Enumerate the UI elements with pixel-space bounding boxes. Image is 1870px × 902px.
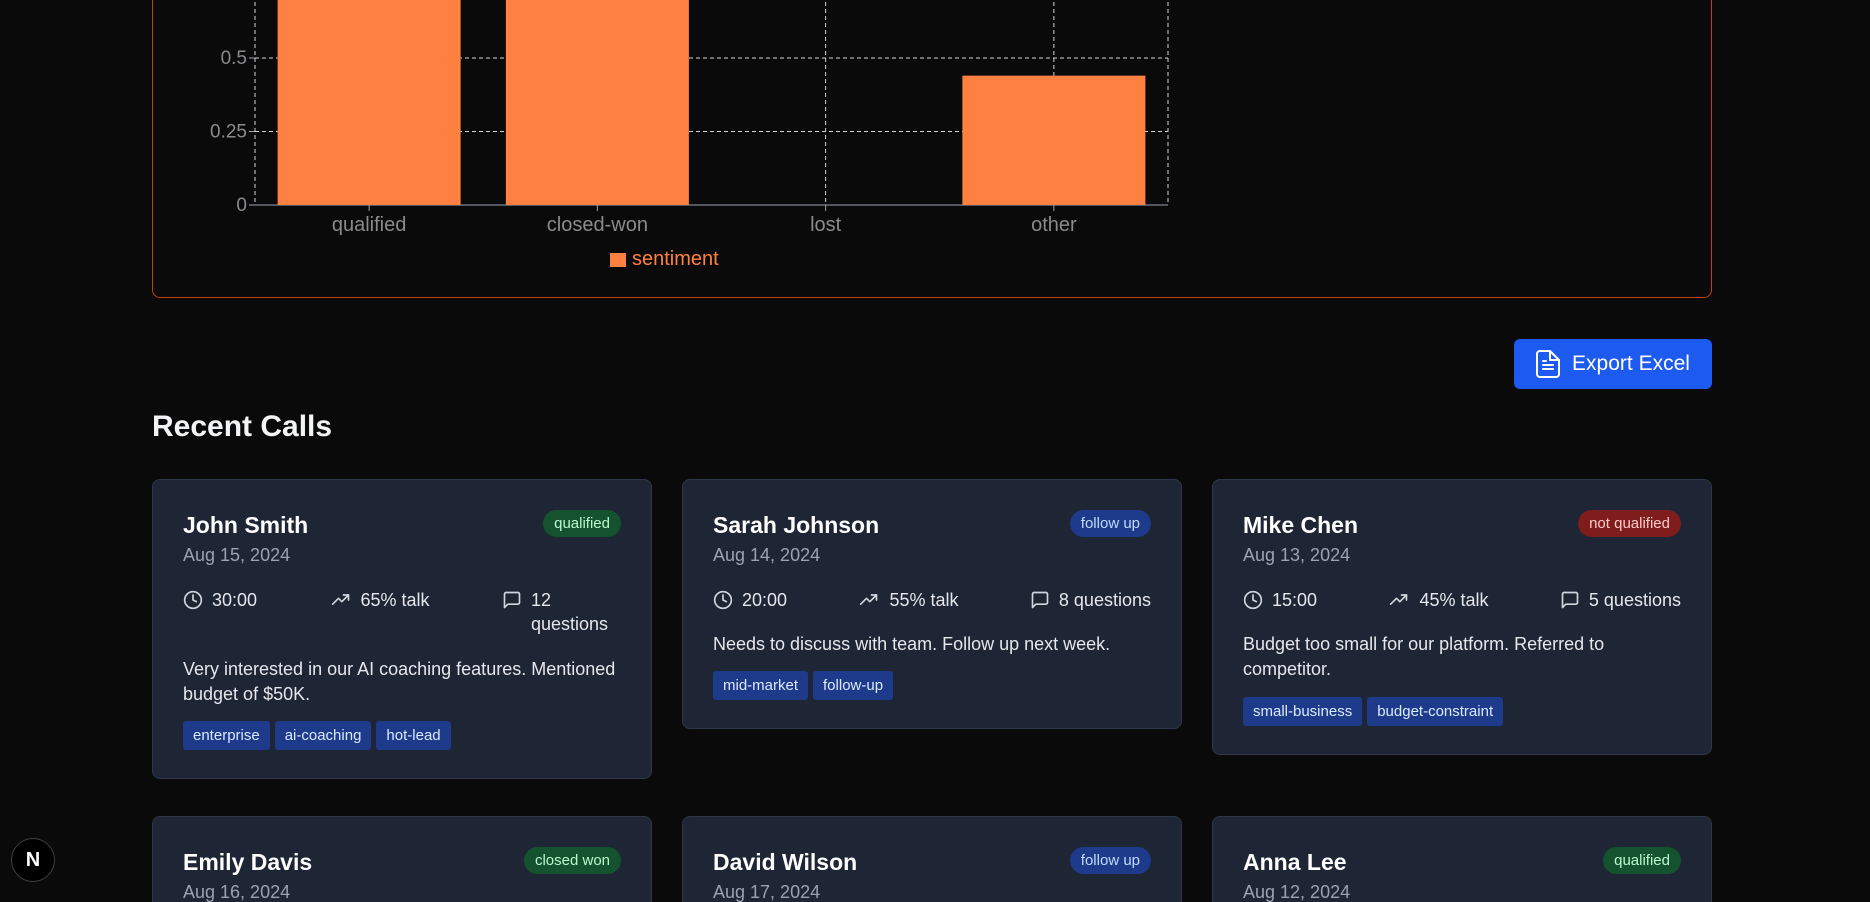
call-date: Aug 12, 2024 (1243, 882, 1351, 902)
caller-name: Sarah Johnson (713, 512, 880, 538)
x-tick-label: closed-won (547, 214, 648, 236)
document-icon (1536, 350, 1561, 378)
duration-metric: 30:00 (183, 588, 257, 637)
duration-value: 15:00 (1272, 590, 1318, 610)
message-square-icon (503, 591, 521, 609)
duration-value: 20:00 (742, 590, 788, 610)
trending-up-icon (1390, 594, 1408, 605)
duration-metric: 15:00 (1243, 588, 1317, 612)
talk-metric: 55% talk (858, 588, 959, 612)
questions-value: 12 questions (531, 590, 609, 635)
talk-value: 45% talk (1419, 590, 1489, 610)
sentiment-chart-panel: 0 0.25 0.5 qualified closed-won lost other sent… (152, 0, 1712, 298)
duration-value: 30:00 (212, 590, 258, 610)
call-date: Aug 14, 2024 (713, 545, 821, 565)
export-excel-label: Export Excel (1572, 352, 1690, 375)
caller-name: John Smith (183, 512, 309, 538)
trending-up-icon (331, 594, 349, 605)
nextjs-dev-badge[interactable]: N (11, 838, 55, 882)
duration-metric: 20:00 (713, 588, 787, 612)
tag: mid-market (713, 671, 809, 701)
questions-value: 5 questions (1588, 590, 1681, 610)
questions-metric: 8 questions (1030, 588, 1151, 612)
tag: small-business (1243, 696, 1363, 726)
caller-name: David Wilson (713, 849, 858, 875)
status-badge: follow up (1069, 510, 1151, 537)
questions-value: 8 questions (1058, 590, 1151, 610)
tag: ai-coaching (274, 720, 372, 750)
call-summary: Budget too small for our platform. Refer… (1243, 634, 1605, 680)
x-tick-label: other (1031, 214, 1077, 236)
call-summary: Very interested in our AI coaching featu… (183, 658, 616, 704)
call-card[interactable]: David Wilson Aug 17, 2024 follow up (682, 816, 1182, 902)
bar (505, 0, 689, 205)
message-square-icon (1561, 591, 1579, 609)
status-badge: not qualified (1578, 510, 1681, 537)
call-date: Aug 16, 2024 (183, 882, 291, 902)
dashboard-page: 0 0.25 0.5 qualified closed-won lost other sent… (0, 0, 1870, 902)
status-badge: follow up (1069, 847, 1151, 874)
trending-up-icon (860, 594, 878, 605)
section-title: Recent Calls (152, 410, 333, 443)
talk-value: 65% talk (360, 590, 430, 610)
status-badge: qualified (543, 510, 621, 537)
tag: budget-constraint (1367, 696, 1504, 726)
tag: follow-up (813, 671, 894, 701)
status-badge: closed won (523, 847, 621, 874)
sentiment-bar-chart: 0 0.25 0.5 qualified closed-won lost other sent… (210, 0, 1169, 270)
talk-metric: 45% talk (1388, 588, 1489, 612)
call-card[interactable]: Sarah Johnson Aug 14, 2024 follow up 20:… (682, 479, 1182, 730)
clock-icon (183, 590, 203, 610)
call-card[interactable]: Anna Lee Aug 12, 2024 qualified (1212, 816, 1712, 902)
call-date: Aug 15, 2024 (183, 545, 291, 565)
talk-value: 55% talk (889, 590, 959, 610)
x-tick-label: qualified (332, 214, 407, 236)
tag: hot-lead (376, 720, 451, 750)
call-date: Aug 17, 2024 (713, 882, 821, 902)
call-summary: Needs to discuss with team. Follow up ne… (713, 634, 1111, 655)
bar (962, 75, 1146, 205)
caller-name: Emily Davis (183, 849, 313, 875)
questions-metric: 5 questions (1560, 588, 1681, 612)
caller-name: Mike Chen (1243, 512, 1359, 538)
call-date: Aug 13, 2024 (1243, 545, 1351, 565)
bar (277, 0, 461, 205)
call-card[interactable]: John Smith Aug 15, 2024 qualified 30:00 … (152, 479, 652, 779)
nextjs-logo-letter: N (25, 848, 41, 871)
export-excel-button[interactable]: Export Excel (1514, 339, 1712, 389)
legend-label: sentiment (632, 248, 719, 270)
legend-swatch (610, 253, 626, 267)
y-tick-label: 0 (236, 195, 247, 216)
message-square-icon (1031, 591, 1049, 609)
y-tick-label: 0.25 (210, 122, 247, 143)
caller-name: Anna Lee (1243, 849, 1347, 875)
talk-metric: 65% talk (330, 588, 430, 637)
call-card[interactable]: Mike Chen Aug 13, 2024 not qualified 15:… (1212, 479, 1712, 755)
x-tick-label: lost (810, 214, 842, 236)
call-card[interactable]: Emily Davis Aug 16, 2024 closed won (152, 816, 652, 902)
questions-metric: 12 questions (502, 588, 621, 637)
clock-icon (713, 590, 733, 610)
y-tick-label: 0.5 (221, 48, 247, 69)
tag: enterprise (183, 720, 270, 750)
status-badge: qualified (1603, 847, 1681, 874)
clock-icon (1243, 590, 1263, 610)
